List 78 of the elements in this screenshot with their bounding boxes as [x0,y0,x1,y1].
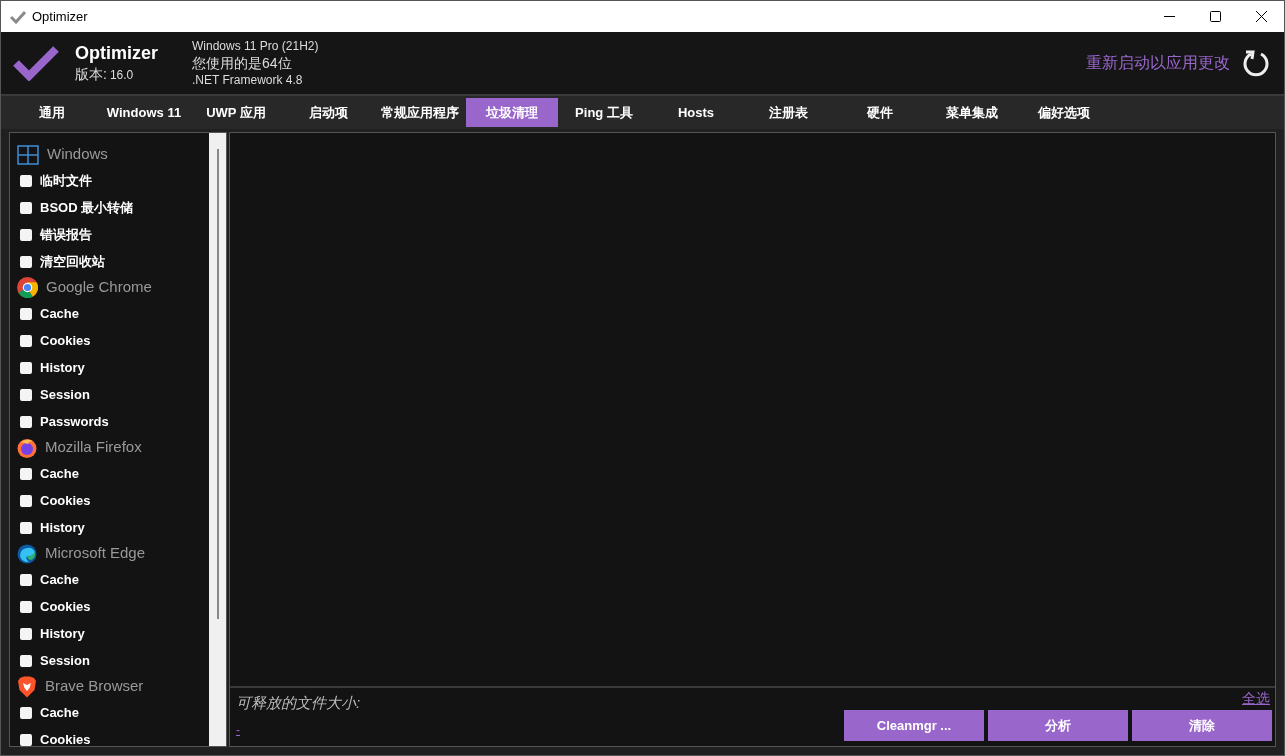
checkbox[interactable] [20,627,32,640]
checkbox[interactable] [20,361,32,374]
firefox-logo-icon [17,437,37,458]
tab[interactable]: UWP 应用 [190,98,282,127]
checkbox[interactable] [20,255,32,268]
checkbox[interactable] [20,228,32,241]
checkbox-label: History [40,358,85,377]
checkmark-icon [10,9,26,24]
window-title: Optimizer [32,7,88,26]
checkbox-label: BSOD 最小转储 [40,198,134,217]
checkbox-label: 临时文件 [40,171,92,190]
group-heading: Brave Browser [45,676,144,697]
tab[interactable]: 偏好选项 [1018,98,1110,127]
action-button[interactable]: Cleanmgr ... [844,710,984,741]
edge-logo-icon [17,543,37,564]
action-button[interactable]: 分析 [988,710,1128,741]
tab[interactable]: Ping 工具 [558,98,650,127]
group-heading: Windows [47,144,108,165]
bitness-text: 您使用的是64位 [192,54,293,72]
checkbox-label: Cache [40,703,80,722]
checkbox-label: 清空回收站 [40,252,105,271]
checkbox[interactable] [20,174,32,187]
checkmark-logo-icon [13,45,59,81]
windows-logo-icon [17,144,39,165]
close-icon [1255,11,1267,22]
app-name: Optimizer [75,41,158,64]
group-heading: Microsoft Edge [45,543,146,564]
checkbox-label: Cache [40,464,80,483]
checkbox-label: Cookies [40,597,91,616]
checkbox-label: Session [40,651,90,670]
tab[interactable]: 菜单集成 [926,98,1018,127]
tab[interactable]: 启动项 [282,98,374,127]
tab[interactable]: 硬件 [834,98,926,127]
tab[interactable]: Hosts [650,98,742,127]
chrome-logo-icon [17,277,38,298]
scrollbar[interactable] [209,133,226,746]
checkbox-label: History [40,624,85,643]
tab[interactable]: Windows 11 [98,98,190,127]
group-heading: Mozilla Firefox [45,437,142,458]
size-link[interactable]: - [236,720,361,739]
version-label: 版本: [75,64,107,84]
checkbox-label: 错误报告 [40,225,92,244]
freeable-size-label: 可释放的文件大小: [236,693,361,713]
restart-icon[interactable] [1242,49,1270,77]
checkbox[interactable] [20,494,32,507]
os-version: Windows 11 Pro (21H2) [192,37,319,55]
checkbox[interactable] [20,733,32,746]
checkbox-label: Cookies [40,730,91,746]
checkbox[interactable] [20,415,32,428]
checkbox-label: Passwords [40,412,109,431]
tab[interactable]: 注册表 [742,98,834,127]
checkbox[interactable] [20,706,32,719]
checkbox[interactable] [20,654,32,667]
framework-version: .NET Framework 4.8 [192,71,304,89]
checkbox[interactable] [20,334,32,347]
checkbox-label: History [40,518,85,537]
checkbox-label: Cache [40,570,80,589]
checkbox-label: Cookies [40,331,91,350]
tab[interactable]: 垃圾清理 [466,98,558,127]
restart-link[interactable]: 重新启动以应用更改 [1086,51,1230,75]
lion-shield-logo-icon [17,675,37,698]
version-number: 16.0 [109,66,134,84]
checkbox[interactable] [20,521,32,534]
checkbox[interactable] [20,388,32,401]
select-all-link[interactable]: 全选 [1242,688,1270,708]
maximize-icon [1209,11,1221,22]
checkbox[interactable] [20,307,32,320]
tab[interactable]: 常规应用程序 [374,98,466,127]
checkbox[interactable] [20,467,32,480]
checkbox[interactable] [20,573,32,586]
group-heading: Google Chrome [46,277,152,298]
checkbox-label: Cookies [40,491,91,510]
checkbox[interactable] [20,600,32,613]
tab[interactable]: 通用 [6,98,98,127]
checkbox-label: Cache [40,304,80,323]
action-button[interactable]: 清除 [1132,710,1272,741]
checkbox[interactable] [20,201,32,214]
checkbox-label: Session [40,385,90,404]
